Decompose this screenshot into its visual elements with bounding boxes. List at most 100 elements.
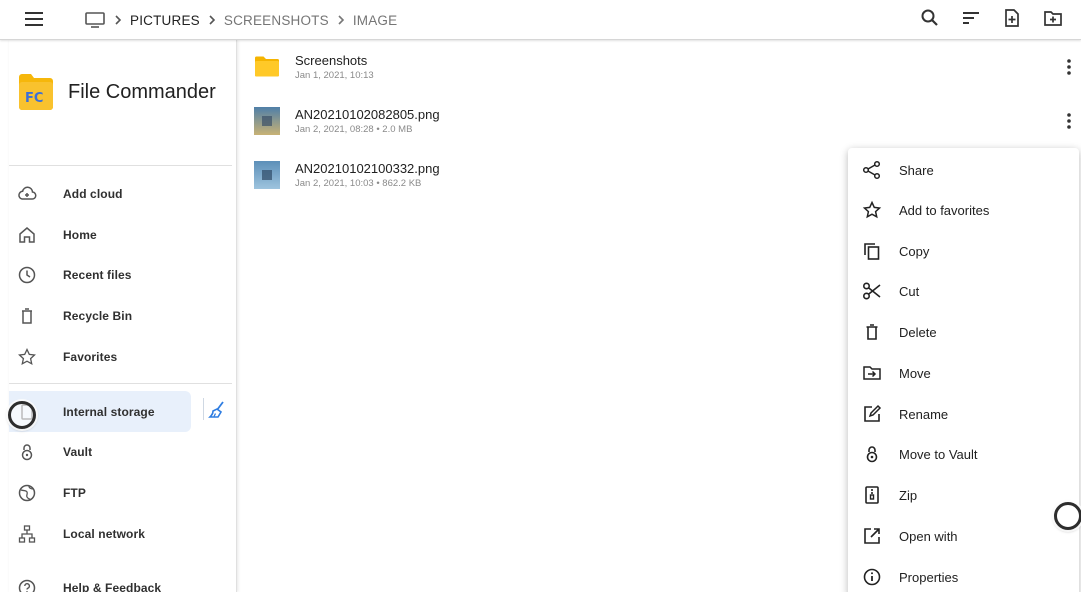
divider — [9, 165, 232, 166]
cloud-add-icon — [9, 175, 45, 213]
share-icon — [860, 158, 884, 182]
info-icon — [860, 565, 884, 589]
star-icon — [860, 198, 884, 222]
image-thumbnail — [254, 107, 280, 135]
breadcrumb-screenshots[interactable]: SCREENSHOTS — [224, 13, 329, 28]
sidebar-item-vault[interactable]: Vault — [9, 433, 232, 471]
sort-icon[interactable] — [950, 4, 991, 32]
more-vert-icon[interactable] — [1057, 109, 1081, 133]
star-icon — [9, 338, 45, 376]
menu-item-delete[interactable]: Delete — [848, 312, 1079, 352]
sidebar-item-label: Help & Feedback — [63, 581, 162, 592]
home-icon — [9, 216, 45, 254]
breadcrumb-image[interactable]: IMAGE — [353, 13, 398, 28]
trash-icon — [9, 297, 45, 335]
lock-icon — [860, 442, 884, 466]
file-name: AN20210102082805.png — [295, 107, 440, 122]
menu-item-label: Add to favorites — [899, 202, 990, 218]
context-menu: Share Add to favorites Copy Cut Delete M… — [848, 148, 1079, 592]
file-name: AN20210102100332.png — [295, 161, 440, 176]
divider — [9, 383, 232, 384]
chevron-right-icon — [115, 15, 122, 25]
sidebar-item-ftp[interactable]: FTP — [9, 474, 232, 512]
clock-icon — [9, 256, 45, 294]
menu-item-share[interactable]: Share — [848, 150, 1079, 190]
sidebar-item-label: Home — [63, 228, 97, 242]
trash-icon — [860, 320, 884, 344]
sidebar-item-label: Add cloud — [63, 187, 123, 201]
file-meta: Jan 2, 2021, 08:28 • 2.0 MB — [295, 124, 413, 135]
file-meta: Jan 1, 2021, 10:13 — [295, 70, 374, 81]
menu-item-label: Share — [899, 162, 934, 178]
menu-icon[interactable] — [22, 7, 46, 31]
scissors-icon — [860, 279, 884, 303]
menu-item-add-to-favorites[interactable]: Add to favorites — [848, 190, 1079, 230]
new-folder-icon[interactable] — [1032, 4, 1073, 32]
image-thumbnail — [254, 161, 280, 189]
sidebar-item-local-network[interactable]: Local network — [9, 515, 232, 553]
network-icon — [9, 515, 45, 553]
move-icon — [860, 361, 884, 385]
open-external-icon — [860, 524, 884, 548]
sidebar-item-help-feedback[interactable]: Help & Feedback — [9, 569, 232, 592]
sidebar-item-label: Favorites — [63, 350, 118, 364]
more-vert-icon[interactable] — [1057, 55, 1081, 79]
list-item-image-1[interactable]: AN20210102082805.png Jan 2, 2021, 08:28 … — [242, 94, 1081, 148]
menu-item-zip[interactable]: Zip — [848, 475, 1079, 515]
menu-item-label: Rename — [899, 406, 949, 422]
sidebar-item-label: Local network — [63, 527, 145, 541]
menu-item-cut[interactable]: Cut — [848, 271, 1079, 311]
device-icon[interactable] — [84, 10, 106, 30]
sidebar-item-recent-files[interactable]: Recent files — [9, 256, 232, 294]
chevron-right-icon — [209, 15, 215, 25]
chevron-right-icon — [338, 15, 344, 25]
sidebar-item-internal-storage[interactable]: Internal storage — [9, 391, 191, 432]
menu-item-move[interactable]: Move — [848, 353, 1079, 393]
globe-icon — [9, 474, 45, 512]
app-title: File Commander — [68, 80, 216, 103]
file-name: Screenshots — [295, 53, 368, 68]
menu-item-move-to-vault[interactable]: Move to Vault — [848, 434, 1079, 474]
menu-item-properties[interactable]: Properties — [848, 557, 1079, 592]
menu-item-copy[interactable]: Copy — [848, 231, 1079, 271]
copy-icon — [860, 239, 884, 263]
touch-indicator — [8, 401, 36, 429]
new-file-icon[interactable] — [991, 4, 1032, 32]
menu-item-rename[interactable]: Rename — [848, 394, 1079, 434]
breadcrumb-pictures[interactable]: PICTURES — [130, 13, 200, 28]
menu-item-label: Move to Vault — [899, 446, 978, 462]
sidebar-item-recycle-bin[interactable]: Recycle Bin — [9, 297, 232, 335]
svg-text:FC: FC — [25, 91, 43, 106]
sidebar-item-label: FTP — [63, 486, 86, 500]
navigation-drawer: FC File Commander Add cloud Home Recent … — [9, 40, 237, 592]
top-app-bar: PICTURES SCREENSHOTS IMAGE — [0, 0, 1081, 40]
help-icon — [9, 569, 45, 592]
lock-icon — [9, 433, 45, 471]
app-logo: FC — [19, 74, 53, 110]
menu-item-label: Cut — [899, 283, 920, 299]
menu-item-open-with[interactable]: Open with — [848, 516, 1079, 556]
menu-item-label: Delete — [899, 324, 937, 340]
sidebar-item-label: Recent files — [63, 268, 132, 282]
file-meta: Jan 2, 2021, 10:03 • 862.2 KB — [295, 178, 422, 189]
folder-icon — [254, 53, 280, 81]
menu-item-label: Properties — [899, 569, 959, 585]
sidebar-item-label: Internal storage — [63, 404, 155, 419]
sidebar-item-add-cloud[interactable]: Add cloud — [9, 175, 232, 213]
toolbar-actions — [909, 4, 1073, 32]
sidebar-item-label: Vault — [63, 445, 93, 459]
broom-icon[interactable] — [203, 394, 231, 426]
menu-item-label: Open with — [899, 528, 958, 544]
menu-item-label: Copy — [899, 243, 930, 259]
list-item-screenshots[interactable]: Screenshots Jan 1, 2021, 10:13 — [242, 40, 1081, 94]
breadcrumb: PICTURES SCREENSHOTS IMAGE — [84, 8, 397, 32]
edit-icon — [860, 402, 884, 426]
search-icon[interactable] — [909, 4, 950, 32]
touch-indicator — [1054, 502, 1081, 530]
menu-item-label: Move — [899, 365, 931, 381]
zip-icon — [860, 483, 884, 507]
sidebar-item-favorites[interactable]: Favorites — [9, 338, 232, 376]
sidebar-item-home[interactable]: Home — [9, 216, 232, 254]
sidebar-item-label: Recycle Bin — [63, 309, 133, 323]
app-brand: FC File Commander — [19, 74, 216, 110]
